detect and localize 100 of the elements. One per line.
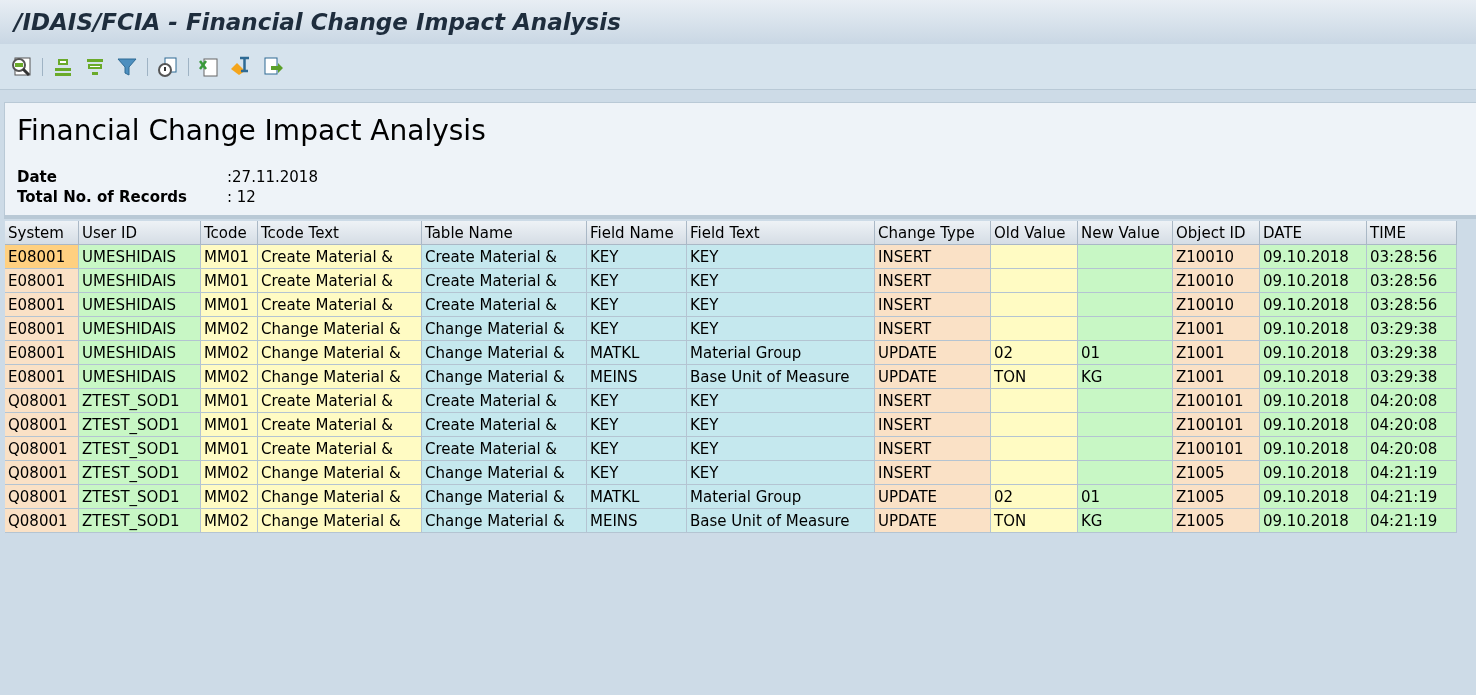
- table-cell: Create Material &: [258, 437, 422, 461]
- table-cell: UPDATE: [875, 509, 991, 533]
- table-cell: INSERT: [875, 245, 991, 269]
- column-header[interactable]: Object ID: [1173, 221, 1260, 245]
- report-title: Financial Change Impact Analysis: [17, 113, 487, 149]
- column-header[interactable]: Table Name: [422, 221, 587, 245]
- table-cell: MM01: [201, 437, 258, 461]
- table-cell: 03:28:56: [1367, 245, 1457, 269]
- table-cell: ZTEST_SOD1: [79, 437, 201, 461]
- table-cell: KEY: [587, 245, 687, 269]
- window-title: /IDAIS/FCIA - Financial Change Impact Analysis: [14, 7, 621, 37]
- table-cell: KEY: [687, 293, 875, 317]
- table-cell: E08001: [5, 317, 79, 341]
- table-cell: Change Material &: [422, 317, 587, 341]
- table-cell: Create Material &: [422, 269, 587, 293]
- table-cell: TON: [991, 509, 1078, 533]
- table-cell: E08001: [5, 245, 79, 269]
- table-cell: KG: [1078, 509, 1173, 533]
- column-header[interactable]: New Value: [1078, 221, 1173, 245]
- table-cell: KEY: [687, 245, 875, 269]
- table-cell: MEINS: [587, 509, 687, 533]
- table-cell: ZTEST_SOD1: [79, 389, 201, 413]
- table-cell: Change Material &: [422, 461, 587, 485]
- table-cell: E08001: [5, 365, 79, 389]
- table-cell: 03:28:56: [1367, 269, 1457, 293]
- table-cell: 09.10.2018: [1260, 461, 1367, 485]
- table-cell: Change Material &: [258, 509, 422, 533]
- table-cell: Q08001: [5, 437, 79, 461]
- table-cell: INSERT: [875, 293, 991, 317]
- table-cell: Create Material &: [258, 389, 422, 413]
- field-value: : 12: [227, 187, 257, 207]
- table-cell: 02: [991, 341, 1078, 365]
- table-cell: Q08001: [5, 509, 79, 533]
- table-cell: MM02: [201, 509, 258, 533]
- table-cell: 09.10.2018: [1260, 437, 1367, 461]
- table-cell: UMESHIDAIS: [79, 365, 201, 389]
- column-header[interactable]: System: [5, 221, 79, 245]
- table-cell: KEY: [687, 269, 875, 293]
- table-cell: INSERT: [875, 269, 991, 293]
- table-cell: 04:21:19: [1367, 509, 1457, 533]
- table-cell: 09.10.2018: [1260, 413, 1367, 437]
- table-cell: 04:21:19: [1367, 485, 1457, 509]
- table-cell: MATKL: [587, 341, 687, 365]
- table-cell: KEY: [587, 437, 687, 461]
- table-cell: 04:21:19: [1367, 461, 1457, 485]
- table-cell: Base Unit of Measure: [687, 509, 875, 533]
- column-header[interactable]: Old Value: [991, 221, 1078, 245]
- table-cell: ZTEST_SOD1: [79, 413, 201, 437]
- table-cell: ZTEST_SOD1: [79, 485, 201, 509]
- table-cell: 01: [1078, 485, 1173, 509]
- table-cell: Create Material &: [422, 293, 587, 317]
- column-header[interactable]: TIME: [1367, 221, 1457, 245]
- table-cell: Create Material &: [422, 245, 587, 269]
- table-cell: Create Material &: [258, 245, 422, 269]
- field-label: Total No. of Records: [17, 187, 189, 207]
- table-cell: E08001: [5, 293, 79, 317]
- table-cell: Q08001: [5, 413, 79, 437]
- column-header[interactable]: Tcode: [201, 221, 258, 245]
- table-cell: KEY: [687, 317, 875, 341]
- column-header[interactable]: Change Type: [875, 221, 991, 245]
- table-cell: Z1005: [1173, 509, 1260, 533]
- table-cell: KG: [1078, 365, 1173, 389]
- table-cell: INSERT: [875, 389, 991, 413]
- column-header[interactable]: Tcode Text: [258, 221, 422, 245]
- table-cell: MM01: [201, 293, 258, 317]
- table-cell: Z10010: [1173, 269, 1260, 293]
- document-clock-icon[interactable]: [156, 54, 180, 79]
- table-cell: Z1001: [1173, 365, 1260, 389]
- table-cell: KEY: [687, 413, 875, 437]
- column-header[interactable]: Field Text: [687, 221, 875, 245]
- table-cell: ZTEST_SOD1: [79, 461, 201, 485]
- field-value: :27.11.2018: [227, 167, 318, 187]
- table-cell: UMESHIDAIS: [79, 317, 201, 341]
- table-cell: Q08001: [5, 389, 79, 413]
- table-cell: Create Material &: [422, 413, 587, 437]
- table-cell: Change Material &: [422, 365, 587, 389]
- table-cell: 03:29:38: [1367, 341, 1457, 365]
- magnifier-icon[interactable]: [10, 54, 34, 79]
- table-cell: 03:29:38: [1367, 317, 1457, 341]
- table-cell: Q08001: [5, 461, 79, 485]
- column-header[interactable]: Field Name: [587, 221, 687, 245]
- table-cell: MATKL: [587, 485, 687, 509]
- column-header[interactable]: DATE: [1260, 221, 1367, 245]
- table-cell: Z100101: [1173, 389, 1260, 413]
- table-cell: UMESHIDAIS: [79, 245, 201, 269]
- column-header[interactable]: User ID: [79, 221, 201, 245]
- table-cell: MM02: [201, 485, 258, 509]
- table-cell: INSERT: [875, 437, 991, 461]
- table-cell: Change Material &: [258, 485, 422, 509]
- field-label: Date: [17, 167, 58, 187]
- table-cell: 09.10.2018: [1260, 293, 1367, 317]
- table-cell: Material Group: [687, 341, 875, 365]
- table-cell: 09.10.2018: [1260, 365, 1367, 389]
- table-cell: Change Material &: [258, 461, 422, 485]
- table-cell: UPDATE: [875, 365, 991, 389]
- table-cell: Create Material &: [258, 293, 422, 317]
- table-cell: UPDATE: [875, 485, 991, 509]
- table-cell: INSERT: [875, 461, 991, 485]
- table-cell: KEY: [687, 437, 875, 461]
- table-cell: MM02: [201, 365, 258, 389]
